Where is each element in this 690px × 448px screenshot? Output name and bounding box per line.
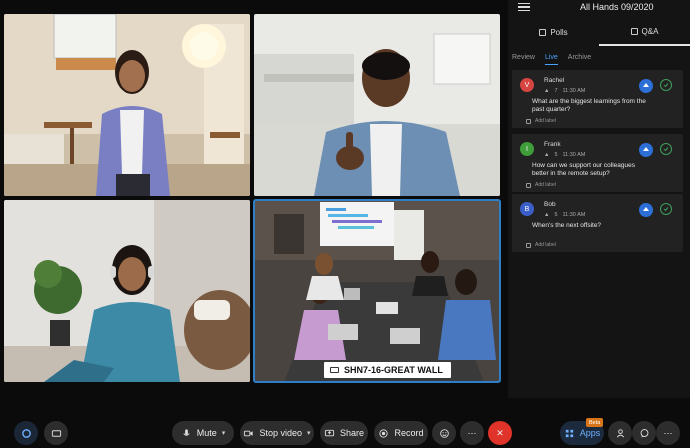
assistant-icon: [21, 428, 31, 438]
question-author: Rachel: [544, 77, 565, 84]
arrow-up-icon: [643, 207, 649, 211]
close-icon: ✕: [496, 427, 504, 438]
tab-qa[interactable]: Q&A: [599, 18, 690, 46]
person-icon: [616, 428, 624, 437]
chevron-down-icon[interactable]: ▾: [307, 429, 311, 437]
vote-count: 5: [554, 212, 558, 218]
avatar: B: [520, 202, 534, 216]
mark-answered-button[interactable]: [660, 79, 672, 91]
upvote-button[interactable]: [639, 143, 653, 157]
check-icon: [663, 83, 669, 88]
subtab-review[interactable]: Review: [512, 54, 535, 61]
chevron-down-icon[interactable]: ▾: [222, 429, 226, 437]
chat-bubble-icon: [640, 428, 648, 438]
record-icon: [379, 428, 389, 438]
share-button[interactable]: Share: [320, 421, 368, 445]
thumbs-up-icon: ▲: [544, 152, 550, 158]
upvote-button[interactable]: [639, 79, 653, 93]
question-text: How can we support our colleagues better…: [532, 162, 635, 177]
video-tile-participant-3[interactable]: [4, 200, 250, 382]
arrow-up-icon: [643, 147, 649, 151]
qa-icon: [630, 27, 638, 35]
camera-icon: [244, 430, 254, 436]
avatar: V: [520, 78, 534, 92]
qa-subtabs: Review Live Archive: [508, 46, 690, 68]
meeting-title: All Hands 09/2020: [580, 2, 654, 12]
upvote-button[interactable]: [639, 203, 653, 217]
smiley-icon: [439, 428, 449, 438]
meeting-window: SHN7-16-GREAT WALL All Hands 09/2020 Pol…: [0, 0, 690, 448]
record-button[interactable]: Record: [374, 421, 428, 445]
avatar: I: [520, 142, 534, 156]
question-time: 11:30 AM: [562, 152, 586, 158]
video-grid: SHN7-16-GREAT WALL: [4, 14, 502, 383]
more-dots-icon: ⋯: [467, 427, 477, 438]
check-icon: [663, 147, 669, 152]
question-card: B Bob ▲ 5 11:30 AM When's the next offsi…: [512, 194, 683, 252]
more-options-button[interactable]: ⋯: [460, 421, 484, 445]
question-meta: ▲ 5 11:30 AM: [544, 152, 585, 158]
tag-icon: [526, 182, 531, 188]
mute-button[interactable]: Mute ▾: [172, 421, 234, 445]
room-name-label: SHN7-16-GREAT WALL: [324, 362, 451, 378]
hamburger-menu-icon[interactable]: [518, 2, 530, 12]
question-card: I Frank ▲ 5 11:30 AM How can we support …: [512, 134, 683, 192]
chat-button[interactable]: [632, 421, 656, 445]
microphone-icon: [183, 428, 190, 436]
check-icon: [663, 207, 669, 212]
stop-video-button[interactable]: Stop video ▾: [240, 421, 314, 445]
video-tile-participant-2[interactable]: [254, 14, 500, 196]
tab-polls[interactable]: Polls: [508, 18, 599, 46]
share-screen-icon: [324, 429, 335, 436]
thumbs-up-icon: ▲: [544, 212, 550, 218]
panel-header: All Hands 09/2020: [508, 0, 690, 14]
vote-count: 5: [554, 152, 558, 158]
poll-icon: [539, 28, 547, 36]
question-time: 11:30 AM: [562, 212, 586, 218]
apps-grid-icon: [565, 429, 573, 437]
video-tile-room[interactable]: SHN7-16-GREAT WALL: [253, 199, 501, 383]
leave-meeting-button[interactable]: ✕: [488, 421, 512, 445]
qa-panel: All Hands 09/2020 Polls Q&A Review Live …: [508, 0, 690, 398]
add-label-button[interactable]: Add label: [526, 182, 556, 188]
question-text: What are the biggest learnings from the …: [532, 98, 646, 113]
question-time: 11:30 AM: [562, 88, 586, 94]
beta-badge: Beta: [586, 418, 604, 427]
video-tile-participant-1[interactable]: [4, 14, 250, 196]
tag-icon: [526, 242, 531, 248]
thumbs-up-icon: ▲: [544, 88, 550, 94]
question-author: Bob: [544, 201, 556, 208]
captions-button[interactable]: [44, 421, 68, 445]
webex-assistant-button[interactable]: [14, 421, 38, 445]
panel-tabs: Polls Q&A: [508, 18, 690, 46]
room-device-icon: [330, 367, 339, 373]
subtab-live[interactable]: Live: [544, 54, 558, 65]
more-dots-icon: ⋯: [663, 427, 673, 438]
mark-answered-button[interactable]: [660, 143, 672, 155]
add-label-button[interactable]: Add label: [526, 118, 556, 124]
captions-icon: [51, 429, 61, 437]
vote-count: 7: [554, 88, 558, 94]
participants-button[interactable]: [608, 421, 632, 445]
question-card: V Rachel ▲ 7 11:30 AM What are the bigge…: [512, 70, 683, 128]
question-author: Frank: [544, 141, 561, 148]
question-meta: ▲ 7 11:30 AM: [544, 88, 585, 94]
add-label-button[interactable]: Add label: [526, 242, 556, 248]
tag-icon: [526, 118, 531, 124]
more-panels-button[interactable]: ⋯: [656, 421, 680, 445]
subtab-archive[interactable]: Archive: [568, 54, 591, 61]
reactions-button[interactable]: [432, 421, 456, 445]
arrow-up-icon: [643, 83, 649, 87]
question-text: When's the next offsite?: [532, 222, 602, 229]
control-bar: Mute ▾ Stop video ▾ Share Record ⋯ ✕ App…: [0, 418, 690, 448]
mark-answered-button[interactable]: [660, 203, 672, 215]
question-meta: ▲ 5 11:30 AM: [544, 212, 585, 218]
